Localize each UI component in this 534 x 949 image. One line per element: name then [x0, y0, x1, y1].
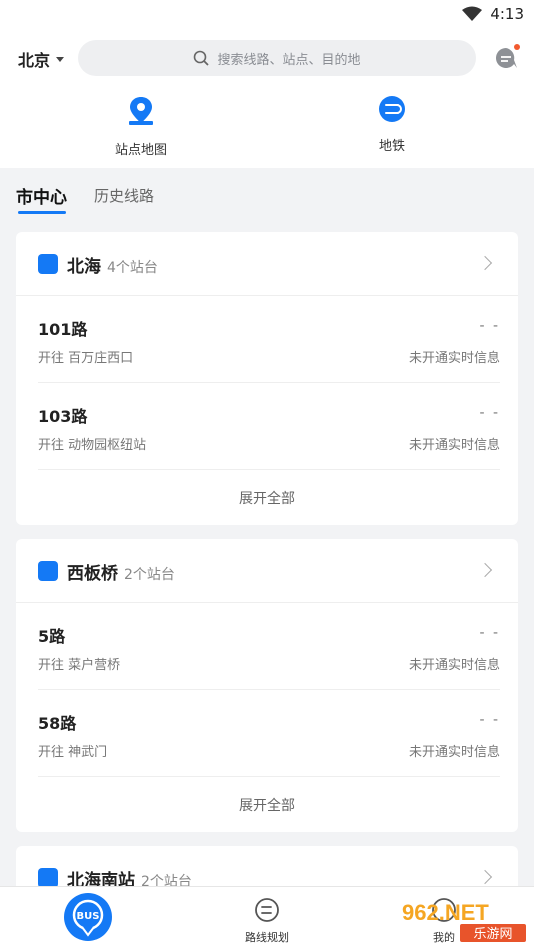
map-pin-icon: [129, 97, 153, 125]
line-direction: 开往 百万庄西口: [38, 351, 134, 366]
platform-count: 2个站台: [124, 567, 175, 583]
chevron-right-icon: [477, 562, 493, 578]
line-realtime: 未开通实时信息: [408, 658, 500, 673]
station-header[interactable]: 西板桥 2个站台: [16, 539, 518, 603]
status-bar: 4:13: [0, 0, 534, 30]
quick-label-subway: 地铁: [378, 139, 405, 154]
watermark-subtext: 乐游网: [473, 927, 512, 942]
line-eta: - -: [479, 712, 500, 728]
chevron-right-icon: [477, 869, 493, 885]
quick-station-map[interactable]: 站点地图: [81, 95, 201, 158]
wifi-icon: [462, 6, 483, 21]
station-header[interactable]: 北海 4个站台: [16, 232, 518, 296]
expand-all-button[interactable]: 展开全部: [16, 777, 518, 832]
nav-route-plan[interactable]: 路线规划: [237, 897, 297, 945]
quick-subway[interactable]: 地铁: [332, 95, 452, 154]
notification-dot: [514, 44, 520, 50]
bus-stop-icon: [38, 561, 58, 581]
line-name: 58路: [38, 714, 77, 733]
line-direction: 开往 动物园枢纽站: [38, 438, 147, 453]
nav-bus-label: BUS: [77, 911, 100, 922]
line-eta: - -: [479, 405, 500, 421]
line-name: 101路: [38, 320, 88, 339]
line-realtime: 未开通实时信息: [408, 438, 500, 453]
caret-down-icon: [56, 56, 65, 62]
tab-history[interactable]: 历史线路: [94, 185, 154, 206]
nav-route-plan-label: 路线规划: [245, 931, 289, 944]
watermark-logo: 962.NET 乐游网: [402, 900, 526, 942]
line-eta: - -: [479, 625, 500, 641]
line-realtime: 未开通实时信息: [408, 351, 500, 366]
chevron-right-icon: [477, 255, 493, 271]
bus-stop-icon: [38, 254, 58, 274]
line-name: 5路: [38, 627, 66, 646]
top-panel: 4:13 北京 搜索线路、站点、目的地 站点地图 地铁: [0, 0, 534, 168]
search-row: 北京 搜索线路、站点、目的地: [0, 40, 534, 76]
route-icon: [255, 898, 279, 922]
city-label: 北京: [18, 51, 51, 70]
expand-all-button[interactable]: 展开全部: [16, 470, 518, 525]
bus-icon: BUS: [72, 899, 104, 937]
search-icon: [194, 50, 210, 66]
line-name: 103路: [38, 407, 88, 426]
search-input[interactable]: 搜索线路、站点、目的地: [78, 40, 476, 76]
city-selector[interactable]: 北京: [18, 47, 65, 71]
message-button[interactable]: [492, 44, 520, 72]
line-direction: 开往 菜户营桥: [38, 658, 121, 673]
tab-city-center[interactable]: 市中心: [16, 183, 67, 208]
status-time: 4:13: [490, 5, 524, 23]
search-placeholder: 搜索线路、站点、目的地: [217, 52, 361, 68]
platform-count: 4个站台: [107, 260, 158, 276]
bus-stop-icon: [38, 868, 58, 888]
line-realtime: 未开通实时信息: [408, 745, 500, 760]
station-card: 北海 4个站台 101路 开往 百万庄西口 - - 未开通实时信息 103路 开往…: [16, 232, 518, 525]
quick-label-station-map: 站点地图: [114, 143, 167, 158]
station-name: 西板桥 2个站台: [67, 564, 175, 584]
line-eta: - -: [479, 318, 500, 334]
nav-bus-button[interactable]: BUS: [64, 893, 112, 941]
subway-icon: [379, 96, 405, 122]
line-direction: 开往 神武门: [38, 745, 108, 760]
line-row[interactable]: 103路 开往 动物园枢纽站 - - 未开通实时信息: [38, 383, 500, 470]
line-row[interactable]: 101路 开往 百万庄西口 - - 未开通实时信息: [38, 296, 500, 383]
station-card: 西板桥 2个站台 5路 开往 菜户营桥 - - 未开通实时信息 58路 开往 神武…: [16, 539, 518, 832]
line-row[interactable]: 58路 开往 神武门 - - 未开通实时信息: [38, 690, 500, 777]
station-name: 北海 4个站台: [67, 257, 158, 277]
watermark-text: 962.NET: [402, 900, 489, 925]
tab-indicator: [18, 211, 66, 214]
line-row[interactable]: 5路 开往 菜户营桥 - - 未开通实时信息: [38, 603, 500, 690]
